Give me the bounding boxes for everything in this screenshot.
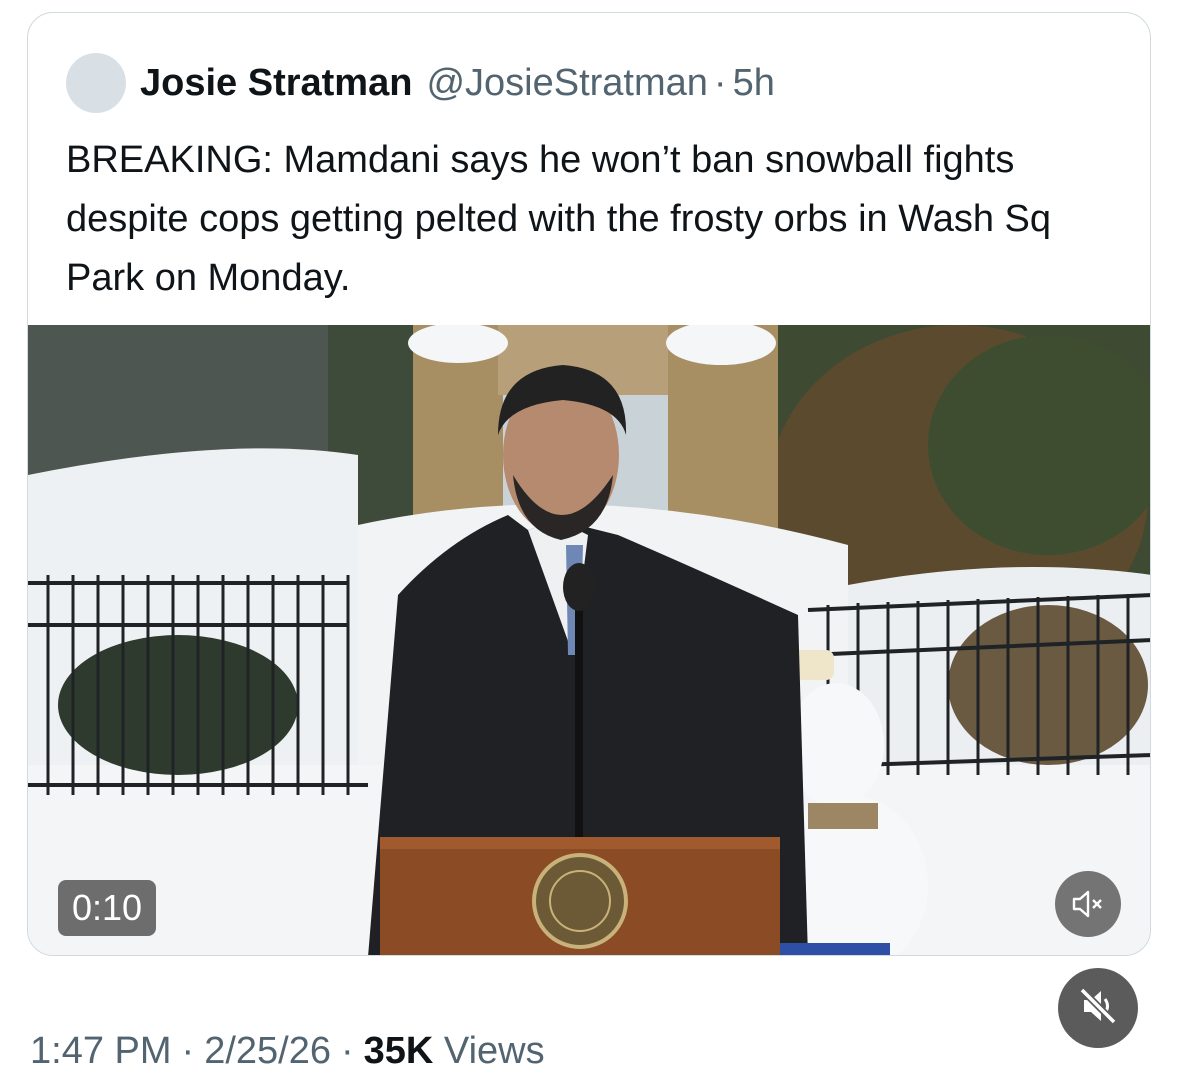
views-label: Views [443, 1030, 545, 1072]
meta-separator: · [181, 1030, 195, 1072]
meta-separator: · [340, 1030, 354, 1072]
relative-time[interactable]: 5h [733, 62, 775, 105]
author-name[interactable]: Josie Stratman [140, 62, 412, 105]
views-count[interactable]: 35K [364, 1030, 434, 1072]
post-time[interactable]: 1:47 PM [30, 1030, 172, 1072]
tweet-header: Josie Stratman @JosieStratman · 5h [66, 53, 775, 113]
quoted-tweet-card[interactable]: Josie Stratman @JosieStratman · 5h BREAK… [27, 12, 1151, 956]
video-duration-badge: 0:10 [58, 880, 157, 936]
speaker-off-icon [1076, 984, 1120, 1033]
post-date[interactable]: 2/25/26 [204, 1030, 331, 1072]
speaker-muted-icon [1071, 889, 1105, 919]
tweet-metadata: 1:47 PM · 2/25/26 · 35K Views [30, 1030, 545, 1073]
author-handle[interactable]: @JosieStratman [426, 62, 707, 105]
tweet-text: BREAKING: Mamdani says he won’t ban snow… [66, 139, 1052, 299]
video-player[interactable]: 0:10 [28, 325, 1150, 955]
header-separator: · [713, 61, 727, 104]
video-mute-button[interactable] [1055, 871, 1121, 937]
volume-off-button[interactable] [1058, 968, 1138, 1048]
author-avatar[interactable] [66, 53, 126, 113]
video-frame [28, 325, 1150, 955]
